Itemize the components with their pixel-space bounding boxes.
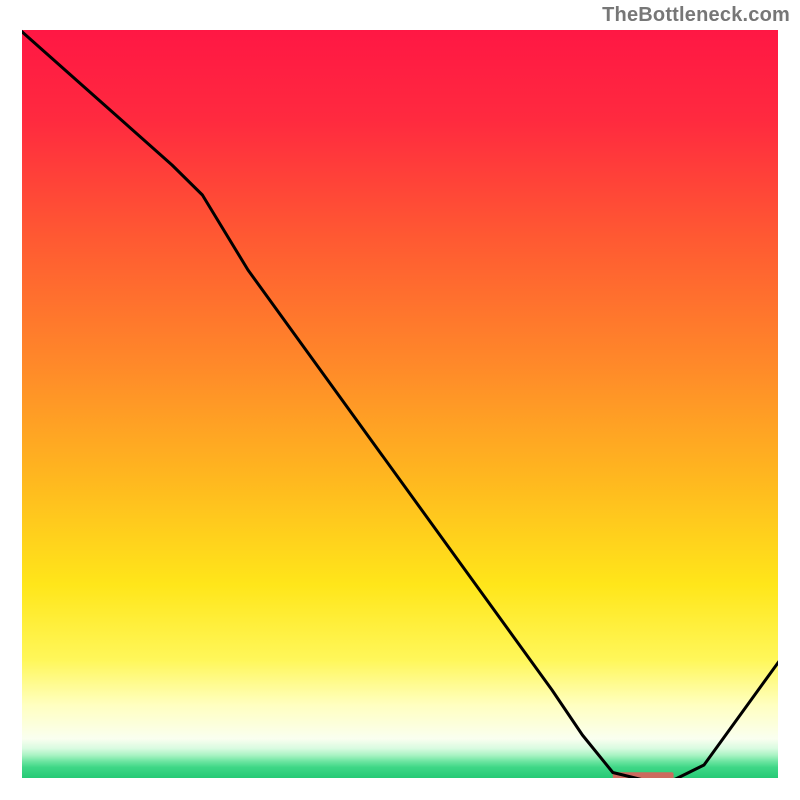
chart-stage: TheBottleneck.com bbox=[0, 0, 800, 800]
plot-background bbox=[20, 30, 780, 780]
watermark-label: TheBottleneck.com bbox=[602, 4, 790, 27]
bottleneck-chart bbox=[0, 0, 800, 800]
